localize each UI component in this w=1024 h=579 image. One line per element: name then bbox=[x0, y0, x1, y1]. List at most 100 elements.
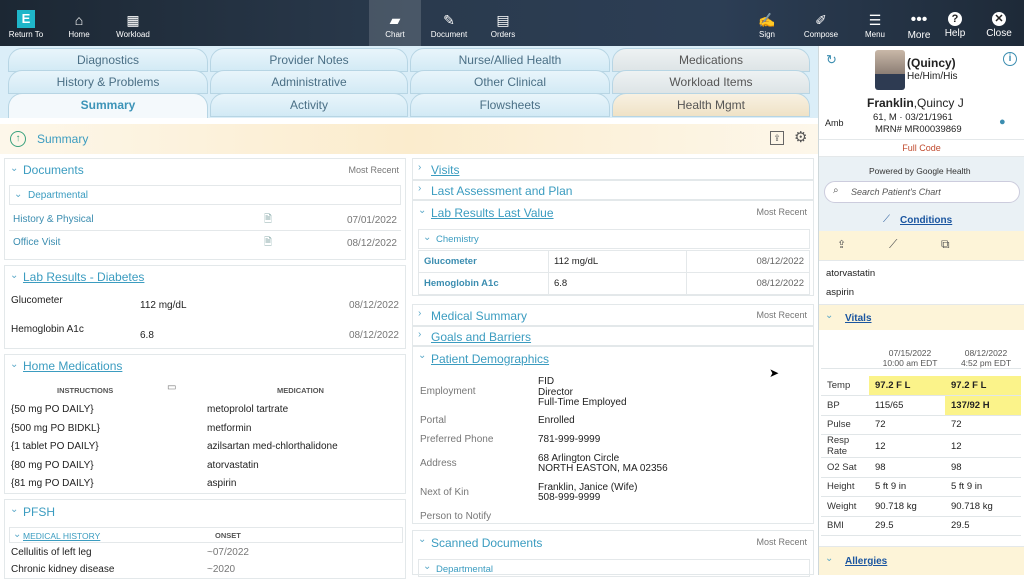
sidebar-med-item: aspirin bbox=[826, 287, 854, 298]
chevron-down-icon[interactable]: ⌄ bbox=[10, 270, 18, 281]
home-label: Home bbox=[68, 30, 90, 39]
document-button[interactable]: ✎ Document bbox=[426, 0, 472, 46]
tab-administrative[interactable]: Administrative bbox=[210, 70, 408, 94]
list-item[interactable]: Office Visit 🗎 08/12/2022 bbox=[9, 232, 401, 254]
info-icon[interactable]: i bbox=[1003, 52, 1017, 66]
table-row: 07/15/2022 10:00 am EDT 08/12/2022 4:52 pm… bbox=[821, 348, 1021, 369]
departmental-group[interactable]: ⌄ Departmental bbox=[418, 559, 810, 577]
close-button[interactable]: ✕ Close bbox=[982, 0, 1016, 46]
document-date: 08/12/2022 bbox=[346, 238, 397, 249]
vitals-date-col: 08/12/2022 4:52 pm EDT bbox=[945, 348, 1021, 369]
workload-button[interactable]: ▦ Workload bbox=[110, 0, 156, 46]
chevron-down-icon[interactable]: ⌄ bbox=[418, 350, 426, 361]
documents-title[interactable]: Documents bbox=[23, 163, 84, 177]
chevron-down-icon[interactable]: ⌄ bbox=[10, 163, 18, 174]
sidebar-tool-row: ⇪ ⟋ ⧉ bbox=[819, 231, 1024, 261]
goals-title[interactable]: Goals and Barriers bbox=[431, 330, 531, 344]
lab-name[interactable]: Hemoglobin A1c bbox=[418, 272, 549, 295]
list-item[interactable]: {50 mg PO DAILY} metoprolol tartrate bbox=[5, 401, 405, 419]
orders-button[interactable]: ▤ Orders bbox=[482, 0, 524, 46]
chevron-down-icon: ⌄ bbox=[423, 232, 432, 243]
home-button[interactable]: ⌂ Home bbox=[60, 0, 98, 46]
allergies-header[interactable]: ⌄ Allergies bbox=[819, 546, 1024, 575]
help-button[interactable]: ? Help bbox=[940, 0, 970, 46]
export-icon[interactable]: ⇪ bbox=[770, 131, 784, 145]
chevron-down-icon[interactable]: ⌄ bbox=[418, 205, 426, 216]
list-item[interactable]: History & Physical 🗎 07/01/2022 bbox=[9, 209, 401, 231]
patient-demographics-title[interactable]: Patient Demographics bbox=[431, 352, 549, 366]
visits-section[interactable]: › Visits bbox=[412, 158, 814, 180]
gear-icon[interactable]: ⚙ bbox=[794, 128, 807, 146]
chevron-down-icon[interactable]: ⌄ bbox=[10, 504, 18, 515]
chevron-down-icon[interactable]: ⌄ bbox=[418, 534, 426, 545]
tab-history-problems[interactable]: History & Problems bbox=[8, 70, 208, 94]
chevron-down-icon[interactable]: ⌄ bbox=[10, 359, 18, 370]
vitals-date-col: 07/15/2022 10:00 am EDT bbox=[869, 348, 945, 369]
lab-diabetes-title[interactable]: Lab Results - Diabetes bbox=[23, 270, 144, 284]
pfsh-title[interactable]: PFSH bbox=[23, 505, 55, 519]
tab-provider-notes[interactable]: Provider Notes bbox=[210, 48, 408, 72]
lab-name[interactable]: Glucometer bbox=[418, 250, 549, 273]
departmental-group[interactable]: ⌄ Departmental bbox=[9, 185, 401, 205]
search-input[interactable]: ⌕ Search Patient's Chart bbox=[824, 181, 1020, 203]
medical-summary-title[interactable]: Medical Summary bbox=[431, 309, 527, 323]
vital-name: Temp bbox=[821, 376, 869, 396]
next-of-kin-label: Next of Kin bbox=[420, 487, 469, 498]
vital-name: BP bbox=[821, 395, 869, 416]
return-to-button[interactable]: E Return To bbox=[0, 0, 52, 46]
refresh-icon[interactable]: ↻ bbox=[826, 52, 837, 68]
menu-button[interactable]: ☰ Menu bbox=[855, 0, 895, 46]
vitals-header[interactable]: ⌄ Vitals bbox=[819, 304, 1024, 330]
up-arrow-icon[interactable]: ↑ bbox=[10, 131, 26, 147]
visits-title[interactable]: Visits bbox=[431, 163, 459, 177]
tab-medications[interactable]: Medications bbox=[612, 48, 810, 72]
compose-button[interactable]: ✐ Compose bbox=[798, 0, 844, 46]
tab-health-mgmt[interactable]: Health Mgmt bbox=[612, 93, 810, 117]
list-item[interactable]: {81 mg PO DAILY} aspirin bbox=[5, 475, 405, 493]
tab-flowsheets[interactable]: Flowsheets bbox=[410, 93, 610, 117]
tab-activity[interactable]: Activity bbox=[210, 93, 408, 117]
lab-diabetes-panel: ⌄ Lab Results - Diabetes Glucometer 112 … bbox=[4, 265, 406, 349]
home-medications-title[interactable]: Home Medications bbox=[23, 359, 122, 373]
tab-diagnostics[interactable]: Diagnostics bbox=[8, 48, 208, 72]
chevron-right-icon: › bbox=[418, 329, 422, 340]
goals-section[interactable]: › Goals and Barriers bbox=[412, 326, 814, 346]
tab-workload-items[interactable]: Workload Items bbox=[612, 70, 810, 94]
top-toolbar: E Return To ⌂ Home ▦ Workload ▰ Chart ✎ Docu… bbox=[0, 0, 1024, 46]
list-item[interactable]: {80 mg PO DAILY} atorvastatin bbox=[5, 457, 405, 475]
scanned-documents-title[interactable]: Scanned Documents bbox=[431, 536, 542, 550]
copy-icon[interactable]: ⧉ bbox=[941, 237, 950, 252]
medical-history-label[interactable]: MEDICAL HISTORY bbox=[23, 531, 100, 541]
lab-last-value-title[interactable]: Lab Results Last Value bbox=[431, 206, 554, 220]
med-instruction: {81 mg PO DAILY} bbox=[11, 478, 94, 490]
export-icon[interactable]: ⇪ bbox=[837, 238, 846, 251]
lab-last-value-tag: Most Recent bbox=[756, 207, 807, 217]
tab-nurse-allied-health[interactable]: Nurse/Allied Health bbox=[410, 48, 610, 72]
chemistry-group[interactable]: ⌄ Chemistry bbox=[418, 229, 810, 249]
more-button[interactable]: ••• More bbox=[902, 0, 936, 46]
lab-date: 08/12/2022 bbox=[686, 250, 810, 273]
comment-icon[interactable]: ▭ bbox=[167, 382, 176, 393]
vital-value: 97.2 F L bbox=[945, 376, 1021, 396]
chevron-down-icon[interactable]: ⌄ bbox=[13, 529, 21, 540]
lab-value: 112 mg/dL bbox=[140, 300, 187, 311]
document-name: Office Visit bbox=[13, 237, 61, 248]
trend-chart-icon[interactable]: ⟋ bbox=[889, 237, 897, 252]
last-assessment-title[interactable]: Last Assessment and Plan bbox=[431, 184, 572, 198]
tab-summary[interactable]: Summary bbox=[8, 93, 208, 118]
med-name: azilsartan med-chlorthalidone bbox=[207, 441, 338, 453]
user-icon[interactable]: ● bbox=[999, 116, 1006, 128]
chart-button[interactable]: ▰ Chart bbox=[369, 0, 421, 46]
orders-label: Orders bbox=[490, 30, 516, 39]
last-assessment-section[interactable]: › Last Assessment and Plan bbox=[412, 180, 814, 200]
summary-bar: ↑ Summary ⇪ ⚙ bbox=[0, 124, 818, 154]
medical-summary-section[interactable]: › Medical Summary Most Recent bbox=[412, 304, 814, 326]
help-icon: ? bbox=[948, 12, 962, 26]
conditions-link[interactable]: Conditions bbox=[900, 215, 952, 226]
list-item[interactable]: {1 tablet PO DAILY} azilsartan med-chlort… bbox=[5, 438, 405, 456]
list-item[interactable]: {500 mg PO BIDKL} metformin bbox=[5, 420, 405, 438]
vital-value: 72 bbox=[945, 415, 1021, 435]
vital-name: Pulse bbox=[821, 415, 869, 435]
sign-button[interactable]: ✍ Sign bbox=[744, 0, 790, 46]
tab-other-clinical[interactable]: Other Clinical bbox=[410, 70, 610, 94]
